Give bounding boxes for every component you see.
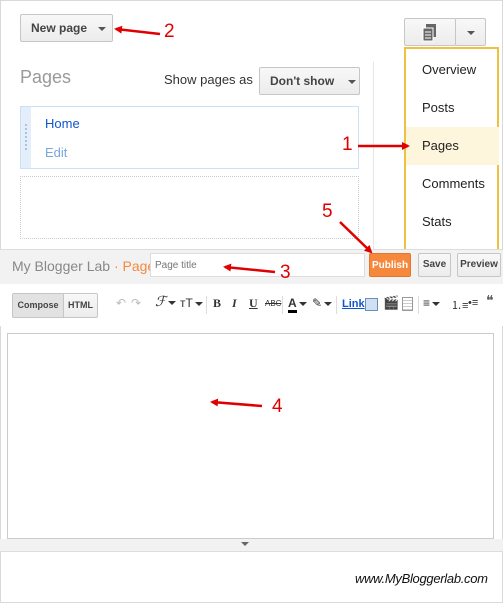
annotation-layer — [114, 25, 410, 408]
annotation-label-4: 4 — [272, 396, 283, 417]
annotation-arrow-2 — [114, 25, 161, 36]
annotation-arrow-5 — [339, 221, 373, 254]
annotation-label-5: 5 — [322, 201, 333, 222]
annotation-arrow-4 — [210, 398, 263, 408]
annotation-arrow-3 — [223, 263, 276, 274]
annotation-label-1: 1 — [342, 134, 353, 155]
annotation-label-3: 3 — [280, 262, 291, 283]
annotation-label-2: 2 — [164, 21, 175, 42]
